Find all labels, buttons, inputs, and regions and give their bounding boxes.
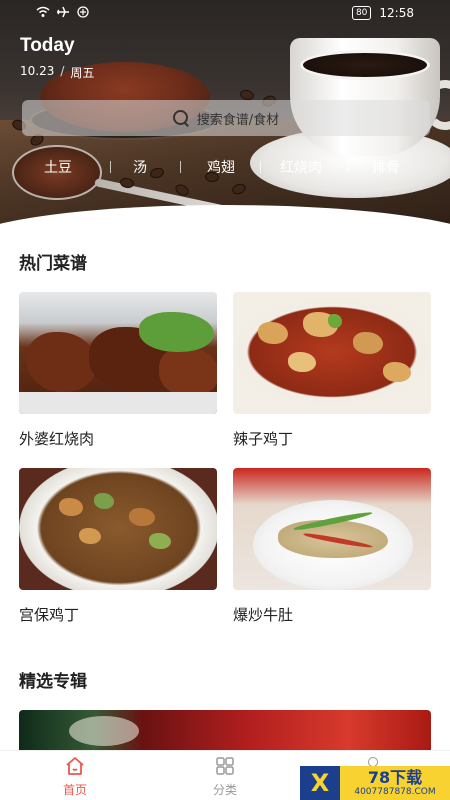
battery-icon: 80: [351, 6, 372, 20]
nav-category-label: 分类: [212, 783, 237, 797]
weekday: 周五: [70, 66, 95, 80]
recipe-name: 外婆红烧肉: [19, 430, 95, 448]
page-title: Today: [20, 35, 75, 56]
watermark-badge: X 78下载 4007787878.COM: [300, 766, 450, 800]
coffee-liquid: [300, 50, 430, 80]
date: 10.23: [20, 64, 55, 78]
signal-icon: [76, 6, 90, 21]
recipe-image: [233, 468, 431, 590]
category-divider: [110, 161, 111, 173]
recipe-name: 辣子鸡丁: [233, 430, 294, 448]
status-left-icons: [36, 6, 90, 21]
food-piece: [149, 533, 171, 549]
wifi-icon: [36, 6, 50, 21]
recipe-image: [19, 468, 217, 590]
recipe-card[interactable]: 宫保鸡丁: [19, 468, 217, 625]
plate-edge: [19, 392, 217, 414]
recipe-card[interactable]: 爆炒牛肚: [233, 468, 431, 625]
category-item[interactable]: 排骨: [372, 157, 400, 177]
food-piece: [288, 352, 316, 372]
status-bar: 80 12:58: [0, 0, 450, 28]
recipe-card[interactable]: 辣子鸡丁: [233, 292, 431, 449]
featured-title: 精选专辑: [19, 672, 87, 692]
garnish: [328, 314, 342, 328]
featured-banner[interactable]: [19, 710, 431, 750]
home-icon: [64, 755, 86, 777]
recipe-name: 爆炒牛肚: [233, 606, 294, 624]
watermark-text: 78下载 4007787878.COM: [340, 768, 450, 798]
category-divider: [260, 161, 261, 173]
category-item[interactable]: 红烧肉: [280, 157, 322, 177]
date-row: 10.23 / 周五: [20, 64, 94, 81]
plate: [19, 468, 217, 590]
watermark-logo-icon: X: [300, 766, 340, 800]
food-piece: [94, 493, 114, 509]
date-separator: /: [60, 64, 65, 78]
watermark-url: 4007787878.COM: [354, 787, 436, 797]
banner-decor: [69, 716, 139, 746]
search-icon: [172, 110, 189, 126]
status-right: 80 12:58: [351, 6, 414, 20]
recipe-name: 宫保鸡丁: [19, 606, 80, 624]
recipe-image: [233, 292, 431, 414]
food-piece: [383, 362, 411, 382]
category-item[interactable]: 鸡翅: [207, 157, 235, 177]
food-piece: [159, 347, 217, 397]
category-divider: [348, 161, 349, 173]
category-item[interactable]: 汤: [133, 157, 147, 177]
food-piece: [79, 528, 101, 544]
grid-icon: [214, 755, 236, 777]
category-bar: 土豆 汤 鸡翅 红烧肉 排骨: [0, 155, 450, 179]
nav-home[interactable]: 首页: [35, 755, 115, 798]
food-piece: [353, 332, 383, 354]
category-divider: [180, 161, 181, 173]
nav-home-label: 首页: [62, 783, 87, 797]
food-piece: [258, 322, 288, 344]
search-placeholder: 搜索食谱/食材: [196, 112, 280, 128]
recipe-card[interactable]: 外婆红烧肉: [19, 292, 217, 449]
airplane-icon: [56, 6, 70, 21]
hot-recipes-title: 热门菜谱: [19, 254, 87, 274]
garnish: [139, 312, 214, 352]
category-item[interactable]: 土豆: [44, 157, 72, 177]
recipe-image: [19, 292, 217, 414]
food-piece: [129, 508, 155, 526]
clock: 12:58: [379, 6, 414, 20]
search-bar[interactable]: 搜索食谱/食材: [22, 100, 430, 136]
food-piece: [59, 498, 83, 516]
nav-category[interactable]: 分类: [185, 755, 265, 798]
food-piece: [27, 332, 97, 392]
watermark-brand: 78下载: [367, 768, 423, 787]
